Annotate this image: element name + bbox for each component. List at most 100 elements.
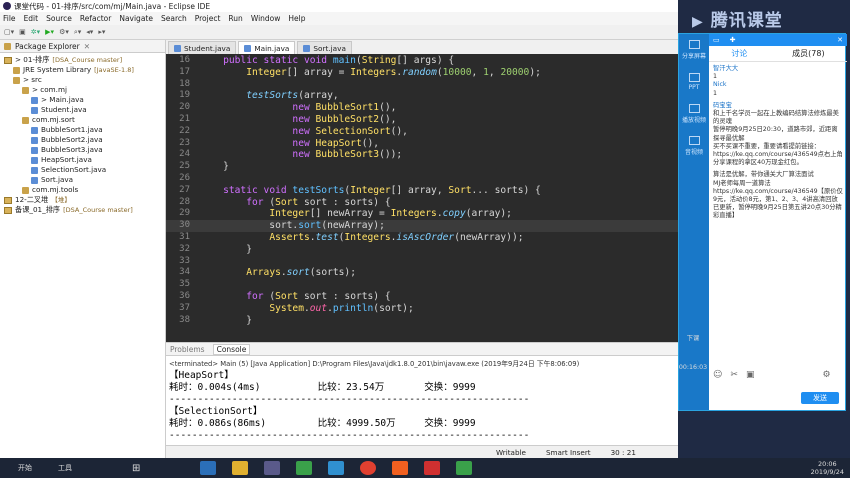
chat-message: 暂停明晚9月25日20:30，道路市郊，近距离探寻最优解: [713, 126, 838, 142]
tree-item[interactable]: BubbleSort3.java: [0, 145, 165, 155]
tree-item[interactable]: > 01-排序 [DSA_Course master]: [0, 55, 165, 65]
image-icon[interactable]: ▣: [746, 370, 755, 380]
code-token: [] newArray =: [309, 208, 391, 220]
tree-item[interactable]: > Main.java: [0, 95, 165, 105]
tree-item[interactable]: > com.mj: [0, 85, 165, 95]
app-icon[interactable]: [296, 461, 313, 475]
tree-item[interactable]: com.mj.tools: [0, 185, 165, 195]
tree-item[interactable]: 12-二叉堆 【堆】: [0, 195, 165, 205]
code-token: (),: [390, 125, 408, 137]
tree-item[interactable]: > src: [0, 75, 165, 85]
code-token: BubbleSort2: [315, 113, 380, 125]
menu-item-run[interactable]: Run: [228, 14, 242, 23]
app-icon[interactable]: [200, 461, 217, 475]
tools-label[interactable]: 工具: [58, 463, 72, 473]
debug-icon[interactable]: ✲▾: [31, 28, 40, 36]
tree-item[interactable]: BubbleSort1.java: [0, 125, 165, 135]
code-token: new: [292, 102, 316, 114]
editor-tab-label: Student.java: [184, 43, 231, 53]
side-item[interactable]: 播放视频: [679, 98, 709, 130]
tools-icon[interactable]: ⚙▾: [59, 28, 69, 36]
menu-item-navigate[interactable]: Navigate: [119, 14, 153, 23]
nav-forward-icon[interactable]: ▸▾: [98, 28, 105, 36]
code-token: (array);: [465, 208, 512, 220]
tree-item[interactable]: 备课_01_排序 [DSA_Course master]: [0, 205, 165, 215]
qq-chat-window: 分享屏幕 PPT 播放视频 音视频 ▭ ✚ ✕ 讨论 成员(78) 智汗大大 1 Nick 1 码…: [678, 33, 847, 411]
tab-discuss[interactable]: 讨论: [731, 48, 747, 59]
close-icon[interactable]: ✕: [84, 42, 90, 51]
menu-item-window[interactable]: Window: [251, 14, 281, 23]
tree-item[interactable]: Sort.java: [0, 175, 165, 185]
project-icon: [4, 56, 12, 64]
tree-item[interactable]: Student.java: [0, 105, 165, 115]
tree-item[interactable]: HeapSort.java: [0, 155, 165, 165]
windows-icon[interactable]: ⊞: [132, 463, 140, 474]
chat-message: 1: [713, 73, 718, 81]
code-line: 31 Asserts.test(Integers.isAscOrder(newA…: [166, 232, 678, 244]
scissors-icon[interactable]: ✂: [730, 370, 738, 380]
tree-item[interactable]: SelectionSort.java: [0, 165, 165, 175]
side-item[interactable]: PPT: [679, 66, 709, 98]
tree-item-label: BubbleSort2.java: [41, 135, 103, 144]
editor-tab[interactable]: Sort.java: [297, 41, 352, 54]
tab-members[interactable]: 成员(78): [792, 48, 824, 59]
code-token: ... sorts) {: [471, 184, 541, 196]
menu-item-search[interactable]: Search: [161, 14, 187, 23]
search-icon[interactable]: ⌕▾: [74, 28, 81, 37]
menu-item-project[interactable]: Project: [195, 14, 221, 23]
send-button[interactable]: 发送: [801, 392, 839, 404]
tree-item[interactable]: com.mj.sort: [0, 115, 165, 125]
live-timer: 下课 00:16:03: [678, 335, 708, 371]
tab-problems[interactable]: Problems: [170, 345, 205, 354]
menu-item-refactor[interactable]: Refactor: [80, 14, 111, 23]
pin-icon[interactable]: ✚: [730, 36, 736, 44]
tab-console[interactable]: Console: [212, 343, 251, 355]
menu-item-edit[interactable]: Edit: [24, 14, 39, 23]
emoji-icon[interactable]: ☺: [713, 370, 722, 380]
tree-item-label: com.mj.tools: [32, 185, 79, 194]
side-item[interactable]: 分享屏幕: [679, 34, 709, 66]
close-chat-icon[interactable]: ✕: [837, 36, 843, 44]
minimize-icon[interactable]: ▭: [713, 36, 720, 44]
run-icon[interactable]: ▶▾: [45, 28, 54, 36]
code-editor[interactable]: 16 public static void main(String[] args…: [166, 54, 678, 342]
code-line: 22 new SelectionSort(),: [166, 126, 678, 138]
editor-tab[interactable]: Main.java: [238, 41, 296, 54]
chat-message: 码宝宝: [713, 101, 732, 109]
start-label[interactable]: 开始: [18, 463, 32, 473]
console-terminated: <terminated> Main (5) [Java Application]…: [169, 360, 580, 368]
tree-item[interactable]: JRE System Library [JavaSE-1.8]: [0, 65, 165, 75]
download-label[interactable]: 下课: [678, 333, 708, 342]
editor-tab[interactable]: Student.java: [168, 41, 237, 54]
code-line: 26: [166, 173, 678, 185]
console-panel: Problems Console <terminated> Main (5) […: [166, 342, 678, 445]
chrome-icon[interactable]: [360, 461, 377, 475]
app-icon[interactable]: [328, 461, 345, 475]
eclipse-icon[interactable]: [264, 461, 281, 475]
line-number: 32: [179, 243, 190, 254]
save-icon[interactable]: ▣: [19, 28, 26, 36]
new-icon[interactable]: ▢▾: [4, 28, 14, 36]
side-item[interactable]: 音视频: [679, 130, 709, 162]
app-icon[interactable]: [232, 461, 249, 475]
code-token: String: [361, 55, 397, 66]
code-token: new: [292, 149, 316, 161]
code-text: new HeapSort(),: [200, 138, 379, 150]
app-icon[interactable]: [456, 461, 473, 475]
screen-icon: [688, 40, 700, 49]
code-text: new BubbleSort3());: [200, 149, 402, 161]
menu-item-help[interactable]: Help: [288, 14, 305, 23]
menu-item-source[interactable]: Source: [46, 14, 72, 23]
tree-item[interactable]: BubbleSort2.java: [0, 135, 165, 145]
app-icon[interactable]: [392, 461, 409, 475]
chat-tabs: 讨论 成员(78): [709, 46, 847, 62]
console-line: ----------------------------------------…: [169, 430, 530, 441]
code-text: Integer[] array = Integers.random(10000,…: [200, 67, 541, 79]
app-icon[interactable]: [424, 461, 441, 475]
settings-icon[interactable]: ⚙: [822, 370, 830, 380]
menu-item-file[interactable]: File: [3, 14, 16, 23]
chat-message: 买不买课不重要，重要请看提前链接：https://ke.qq.com/cours…: [713, 142, 843, 167]
nav-back-icon[interactable]: ◂▾: [86, 28, 93, 36]
